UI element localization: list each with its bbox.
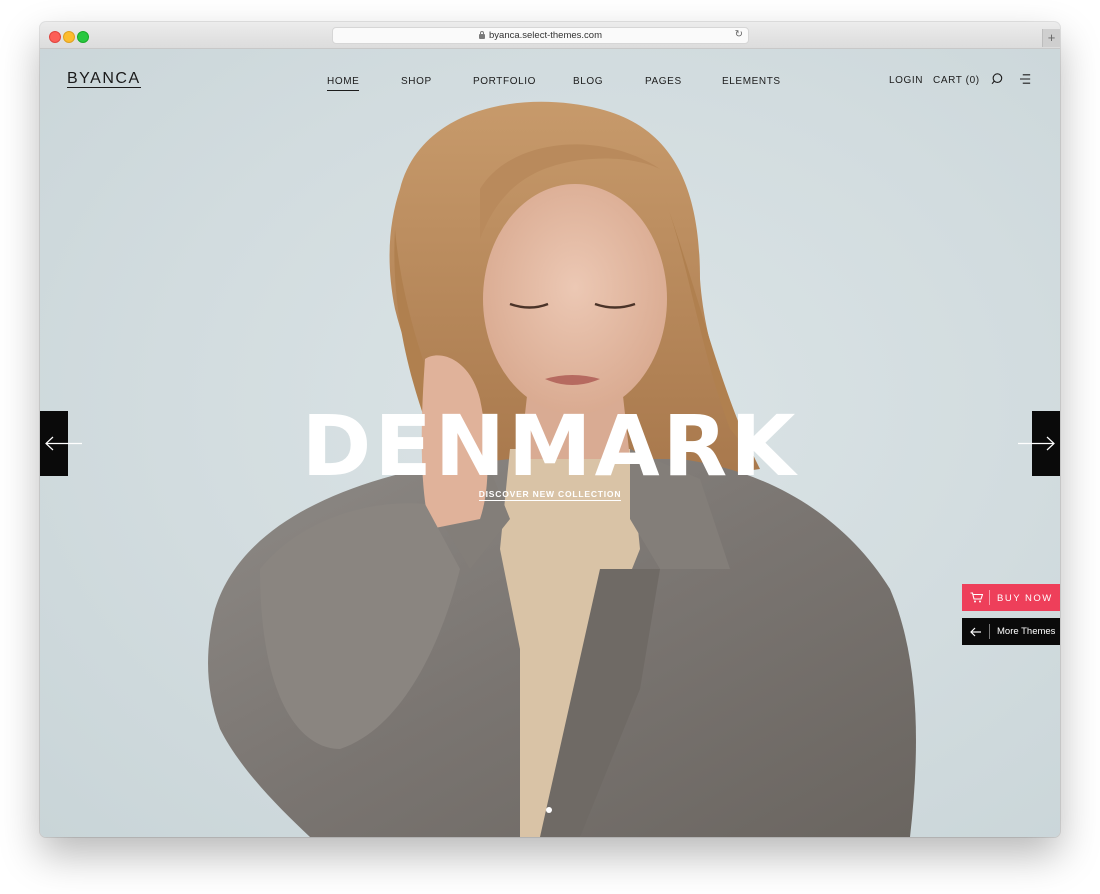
discover-collection-label: DISCOVER NEW COLLECTION [478, 489, 622, 501]
more-themes-button[interactable]: More Themes [962, 618, 1060, 645]
new-tab-button[interactable]: + [1042, 29, 1060, 47]
nav-portfolio[interactable]: PORTFOLIO [473, 76, 536, 87]
browser-titlebar: byanca.select-themes.com ↻ + [40, 22, 1060, 49]
nav-pages[interactable]: PAGES [645, 76, 682, 87]
discover-collection-link[interactable]: DISCOVER NEW COLLECTION [40, 489, 1060, 501]
menu-icon[interactable] [1020, 73, 1032, 85]
zoom-window-button[interactable] [77, 31, 89, 43]
nav-elements[interactable]: ELEMENTS [722, 76, 781, 87]
cart-link[interactable]: CART (0) [933, 75, 980, 86]
close-window-button[interactable] [49, 31, 61, 43]
cart-icon [970, 592, 983, 603]
more-themes-separator [989, 624, 990, 639]
buy-now-label: BUY NOW [997, 593, 1053, 604]
hero-title: DENMARK [301, 397, 799, 495]
arrow-left-icon [970, 627, 981, 637]
url-text: byanca.select-themes.com [489, 30, 602, 41]
search-icon[interactable] [991, 73, 1003, 85]
more-themes-label: More Themes [997, 626, 1056, 637]
buy-now-button[interactable]: BUY NOW [962, 584, 1060, 611]
nav-shop[interactable]: SHOP [401, 76, 432, 87]
address-bar[interactable]: byanca.select-themes.com ↻ [332, 27, 749, 44]
minimize-window-button[interactable] [63, 31, 75, 43]
login-link[interactable]: LOGIN [889, 75, 923, 86]
hero-page: BYANCA HOME SHOP PORTFOLIO BLOG PAGES EL… [40, 49, 1060, 837]
lock-icon [479, 31, 485, 39]
browser-window: byanca.select-themes.com ↻ + BYANCA HOME… [40, 22, 1060, 837]
slider-next-button[interactable] [1018, 411, 1060, 476]
slider-prev-button[interactable] [40, 411, 82, 476]
slider-pagination-dot[interactable] [546, 807, 552, 813]
arrow-right-icon [1018, 436, 1055, 451]
nav-blog[interactable]: BLOG [573, 76, 603, 87]
buy-now-separator [989, 590, 990, 605]
arrow-left-icon [45, 436, 82, 451]
reload-icon[interactable]: ↻ [735, 29, 743, 40]
nav-home[interactable]: HOME [327, 76, 360, 91]
